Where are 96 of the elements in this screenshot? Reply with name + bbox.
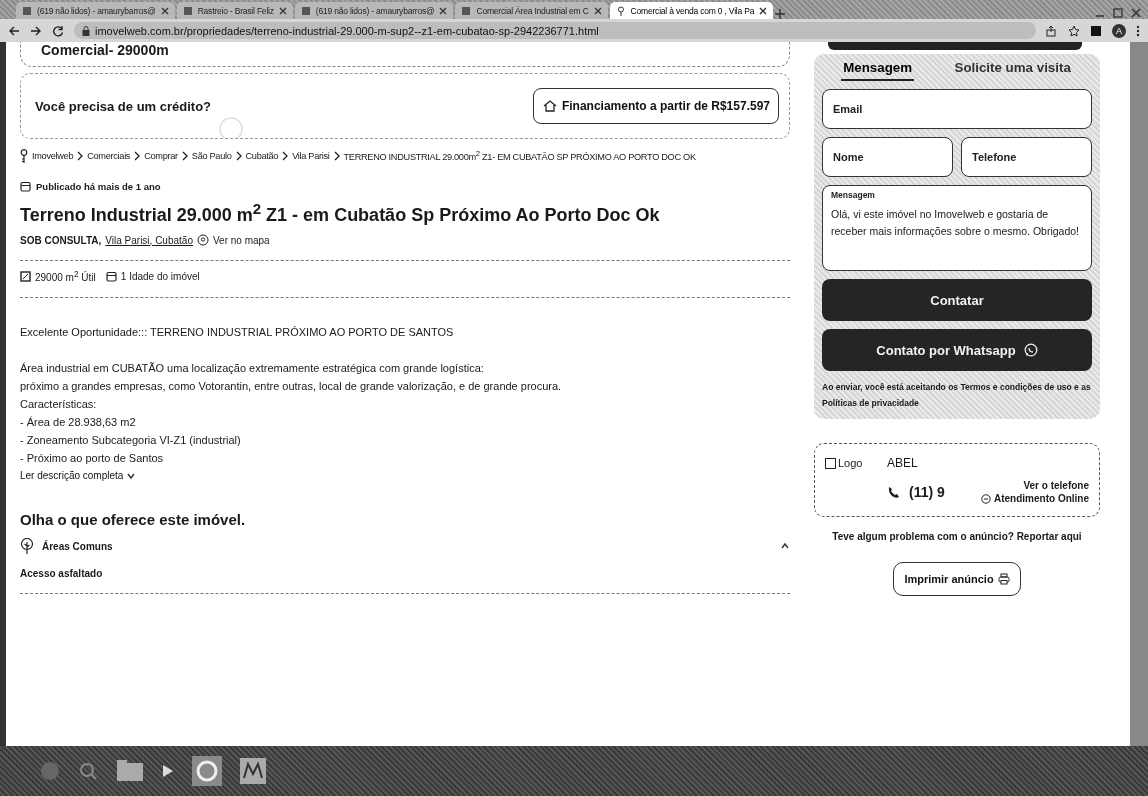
terms-text: Ao enviar, você está aceitando os Termos e condições de uso e as Políticas de privacidade: [822, 381, 1092, 411]
advertiser-name: ABEL: [887, 456, 919, 471]
forward-icon[interactable]: [30, 24, 42, 37]
browser-tab[interactable]: Comercial à venda com 0 , Vila Pa: [609, 2, 774, 19]
page-icon: [461, 5, 472, 16]
description-text: próximo a grandes empresas, como Votorantin, entre outras, local de grande valorização, e de grande procura.: [20, 380, 563, 393]
chevron-icon: [181, 151, 188, 161]
pin-icon: [20, 149, 28, 163]
feature-text: 1 Idade do imóvel: [120, 270, 200, 282]
phone-field[interactable]: Telefone: [961, 137, 1092, 177]
breadcrumb-link[interactable]: Comerciais: [87, 151, 131, 161]
chevron-icon: [235, 151, 242, 161]
report-text[interactable]: Teve algum problema com o anúncio? Reportar aqui: [814, 531, 1100, 543]
breadcrumb-link[interactable]: São Paulo: [191, 151, 232, 161]
avatar[interactable]: A: [1112, 23, 1126, 38]
description-text: - Área de 28.938,63 m2: [20, 416, 137, 429]
chevron-icon: [333, 151, 340, 161]
breadcrumb-link[interactable]: Comprar: [144, 151, 178, 161]
pin-icon: [615, 5, 626, 16]
published-date: Publicado há mais de 1 ano: [36, 181, 161, 192]
calendar-icon: [105, 270, 117, 282]
amenity-item: Acesso asfaltado: [20, 568, 104, 580]
start-icon[interactable]: [40, 761, 60, 781]
close-icon[interactable]: [1130, 7, 1142, 19]
print-button[interactable]: Imprimir anúncio: [893, 562, 1021, 597]
page-icon: [300, 5, 311, 16]
chat-icon: [981, 493, 991, 504]
page-icon: [182, 5, 193, 16]
share-icon[interactable]: [1046, 24, 1058, 37]
area-icon: [20, 270, 31, 282]
close-icon[interactable]: [439, 6, 448, 15]
email-field[interactable]: Email: [822, 89, 1092, 129]
contact-button[interactable]: Contatar: [822, 279, 1092, 321]
breadcrumb-link[interactable]: Cubatão: [245, 151, 279, 161]
browser-tab[interactable]: (619 não lidos) - amaurybarros@: [16, 2, 175, 19]
amenity-group: Áreas Comuns: [42, 540, 113, 552]
new-tab-icon[interactable]: [775, 9, 786, 19]
price-text: SOB CONSULTA,: [20, 234, 102, 246]
form-tab[interactable]: Solicite uma visita: [952, 56, 1073, 81]
tree-icon: [20, 538, 34, 555]
star-icon[interactable]: [1068, 24, 1080, 37]
close-icon[interactable]: [593, 6, 602, 15]
read-more-link[interactable]: Ler descrição completa: [20, 470, 137, 482]
browser-icon[interactable]: [192, 756, 222, 786]
back-icon[interactable]: [8, 24, 20, 37]
close-icon[interactable]: [759, 6, 768, 15]
lock-icon: [82, 25, 90, 36]
breadcrumb-link[interactable]: Imovelweb: [32, 151, 74, 161]
browser-tab[interactable]: Rastreio - Brasil Feliz: [176, 2, 293, 19]
description-text: - Próximo ao porto de Santos: [20, 452, 165, 465]
chevron-icon: [77, 151, 84, 161]
house-icon: [541, 99, 558, 113]
financing-button[interactable]: Financiamento a partir de R$157.597: [532, 88, 779, 124]
app-icon[interactable]: [240, 758, 266, 784]
description-text: - Zoneamento Subcategoria VI-Z1 (industrial): [20, 434, 242, 447]
description-text: Área industrial em CUBATÃO uma localização extremamente estratégica com grande logística:: [20, 362, 485, 375]
phone-icon: [887, 485, 901, 500]
play-icon[interactable]: [162, 764, 174, 778]
whatsapp-button[interactable]: Contato por Whatsapp: [822, 329, 1092, 371]
phone-number: (11) 9: [909, 484, 945, 501]
browser-tab[interactable]: Comercial Área Industrial em C: [455, 2, 608, 19]
address-text: Vila Parisi, Cubatão: [105, 234, 193, 246]
printer-icon: [997, 573, 1010, 586]
form-tab[interactable]: Mensagem: [841, 56, 915, 81]
online-chat-link[interactable]: Atendimento Online: [981, 493, 1089, 505]
name-field[interactable]: Nome: [822, 137, 953, 177]
breadcrumb-link[interactable]: TERRENO INDUSTRIAL 29.000m$^{2}$ Z1- EM CUBATÃO SP PRÓXIMO AO PORTO DOC OK: [343, 149, 696, 163]
reload-icon[interactable]: [52, 24, 64, 37]
address-bar[interactable]: imovelweb.com.br/propriedades/terreno-industrial-29.000-m-sup2--z1-em-cubatao-sp-2942236771.html: [74, 22, 1036, 39]
sidebar-icon[interactable]: [1090, 24, 1102, 37]
description-text: Excelente Oportunidade::: TERRENO INDUSTRIAL PRÓXIMO AO PORTO DE SANTOS: [20, 326, 455, 339]
feature-text: 29000 m$^{2}$ Útil: [35, 269, 96, 284]
search-icon[interactable]: [78, 761, 98, 781]
chevron-icon: [282, 151, 289, 161]
listing-title: Terreno Industrial 29.000 m$^{2}$ Z1 - em Cubatão Sp Próximo Ao Porto Doc Ok: [20, 200, 661, 226]
section-heading: Olha o que oferece este imóvel.: [20, 511, 247, 529]
map-pin-icon: [196, 234, 209, 246]
menu-icon[interactable]: [1136, 24, 1140, 37]
logo-placeholder-icon: [825, 457, 836, 469]
message-field[interactable]: Mensagem Olá, vi este imóvel no Imovelweb e gostaria de receber mais informações sobre o mesmo. Obrigado!: [822, 185, 1092, 271]
browser-tab[interactable]: (619 não lidos) - amaurybarros@: [294, 2, 454, 19]
page-icon: [22, 5, 32, 16]
chevron-icon: [134, 151, 141, 161]
maximize-icon[interactable]: [1112, 7, 1124, 19]
banner-question: Você precisa de um crédito?: [35, 98, 212, 114]
close-icon[interactable]: [160, 6, 169, 15]
breadcrumb-link[interactable]: Vila Parisi: [292, 151, 330, 161]
see-phone-link[interactable]: Ver o telefone: [1023, 480, 1089, 492]
card-title: Comercial- 29000m: [20, 42, 790, 67]
whatsapp-icon: [1023, 343, 1038, 357]
logo-text: Logo: [838, 457, 863, 470]
description-text: Características:: [20, 398, 98, 411]
calendar-icon: [20, 181, 31, 192]
close-icon[interactable]: [278, 6, 287, 15]
map-link[interactable]: Ver no mapa: [212, 234, 270, 246]
folder-icon[interactable]: [116, 759, 144, 783]
